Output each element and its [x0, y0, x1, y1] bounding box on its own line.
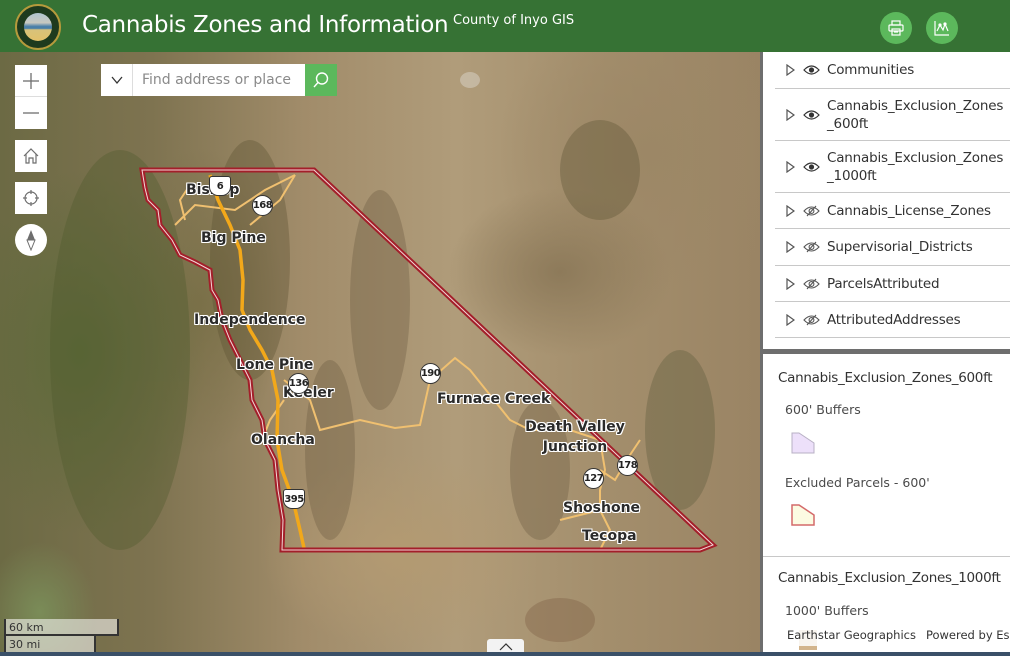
expand-caret-icon[interactable] — [783, 204, 797, 217]
compass-icon — [26, 230, 36, 251]
layer-label: Supervisorial_Districts — [827, 239, 973, 255]
layer-item-exclusion-1000ft[interactable]: Cannabis_Exclusion_Zones_1000ft — [775, 141, 1010, 193]
eye-icon[interactable] — [801, 161, 821, 173]
place-label: Lone Pine — [236, 357, 314, 373]
home-button[interactable] — [15, 140, 47, 172]
legend-section-title: Cannabis_Exclusion_Zones_1000ft — [778, 570, 1001, 586]
place-label: Death Valley Junction — [525, 419, 625, 455]
app-root: Cannabis Zones and Information County of… — [0, 0, 1010, 656]
eye-off-icon[interactable] — [801, 205, 821, 217]
scale-imperial: 30 mi — [4, 636, 96, 653]
home-icon — [23, 148, 39, 164]
search-source-dropdown[interactable] — [101, 64, 133, 96]
route-shield: 6 — [209, 176, 231, 196]
attribution-source: Earthstar Geographics — [787, 628, 916, 642]
search-input[interactable] — [133, 64, 305, 96]
layer-label: ParcelsAttributed — [827, 275, 940, 292]
legend-entry-label: 1000' Buffers — [785, 603, 869, 618]
chevron-down-icon — [111, 76, 122, 85]
legend-divider — [763, 556, 1010, 557]
route-shield: 190 — [420, 363, 441, 384]
expand-caret-icon[interactable] — [783, 160, 797, 173]
layer-label: Cannabis_Exclusion_Zones_1000ft — [827, 149, 1004, 184]
layer-item-supervisorial-districts[interactable]: Supervisorial_Districts — [775, 229, 1010, 266]
zoom-in-button[interactable] — [15, 65, 47, 97]
locate-button[interactable] — [15, 182, 47, 214]
route-shield: 136 — [288, 373, 309, 394]
search-widget — [101, 64, 337, 96]
app-title: Cannabis Zones and Information — [82, 12, 449, 38]
plus-icon — [23, 72, 39, 89]
chart-button[interactable] — [926, 12, 958, 44]
window-bottom-edge — [0, 652, 1010, 656]
route-shield: 395 — [283, 489, 305, 509]
zoom-out-button[interactable] — [15, 97, 47, 129]
app-subtitle: County of Inyo GIS — [453, 13, 575, 28]
route-shield: 178 — [617, 455, 638, 476]
legend-swatch-excluded-parcels-600 — [791, 504, 815, 526]
expand-caret-icon[interactable] — [783, 277, 797, 290]
map-attribution: Earthstar Geographics Powered by Esri — [779, 624, 1010, 646]
eye-off-icon[interactable] — [801, 314, 821, 326]
place-label: Independence — [194, 312, 306, 328]
layer-label: Communities — [827, 62, 915, 78]
map-overlay — [50, 72, 718, 642]
layer-item-parcels-attributed[interactable]: ParcelsAttributed — [775, 266, 1010, 302]
crosshair-icon — [23, 190, 39, 206]
eye-off-icon[interactable] — [801, 241, 821, 253]
line-chart-icon — [934, 21, 949, 36]
legend-section-title: Cannabis_Exclusion_Zones_600ft — [778, 370, 993, 386]
route-shield: 127 — [583, 468, 604, 489]
legend-entry-label: Excluded Parcels - 600' — [785, 475, 930, 490]
place-label: Big Pine — [201, 230, 266, 246]
expand-caret-icon[interactable] — [783, 108, 797, 121]
attribution-powered-by[interactable]: Powered by Esri — [926, 628, 1010, 642]
layer-label: Cannabis_License_Zones — [827, 202, 991, 219]
layer-item-communities[interactable]: Communities — [775, 52, 1010, 89]
layer-item-license-zones[interactable]: Cannabis_License_Zones — [775, 193, 1010, 229]
county-seal-logo — [15, 4, 61, 50]
layer-label: Cannabis_Exclusion_Zones_600ft — [827, 97, 1004, 132]
eye-icon[interactable] — [801, 64, 821, 76]
search-button[interactable] — [305, 64, 337, 96]
minus-icon — [23, 112, 39, 114]
compass-button[interactable] — [15, 224, 47, 256]
scale-metric: 60 km — [4, 619, 119, 636]
eye-icon[interactable] — [801, 109, 821, 121]
print-button[interactable] — [880, 12, 912, 44]
layer-item-attributed-addresses[interactable]: AttributedAddresses — [775, 302, 1010, 338]
map-view[interactable]: Bishop Big Pine Independence Lone Pine K… — [0, 52, 760, 652]
legend-entry-label: 600' Buffers — [785, 402, 861, 417]
expand-caret-icon[interactable] — [783, 313, 797, 326]
place-label: Shoshone — [563, 500, 641, 516]
legend-swatch-600-buffers — [791, 432, 815, 454]
legend-panel: Cannabis_Exclusion_Zones_600ft 600' Buff… — [763, 354, 1010, 656]
chevron-up-icon — [499, 642, 512, 650]
layer-item-exclusion-600ft[interactable]: Cannabis_Exclusion_Zones_600ft — [775, 89, 1010, 141]
route-shield: 168 — [252, 195, 273, 216]
expand-caret-icon[interactable] — [783, 64, 797, 76]
scale-bar: 60 km 30 mi — [4, 619, 119, 653]
eye-off-icon[interactable] — [801, 278, 821, 290]
expand-caret-icon[interactable] — [783, 241, 797, 253]
layer-label: AttributedAddresses — [827, 311, 961, 328]
printer-icon — [888, 20, 904, 36]
place-label: Tecopa — [582, 528, 637, 544]
app-header: Cannabis Zones and Information County of… — [0, 0, 1010, 52]
layer-list-panel: Communities Cannabis_Exclusion_Zones_600… — [763, 52, 1010, 349]
place-label: Olancha — [251, 432, 315, 448]
place-label: Furnace Creek — [437, 391, 551, 407]
search-icon — [313, 72, 329, 88]
terrain-texture — [50, 72, 715, 642]
